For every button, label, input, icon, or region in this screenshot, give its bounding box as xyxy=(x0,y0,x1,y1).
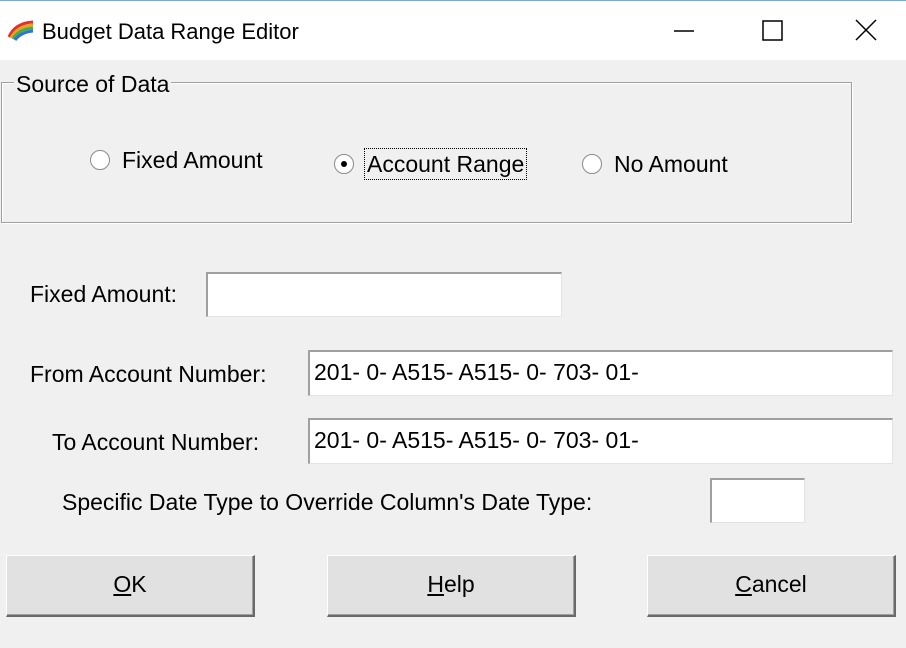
from-account-number-input[interactable]: 201- 0- A515- A515- 0- 703- 01- xyxy=(308,350,893,396)
ok-button[interactable]: OK xyxy=(6,555,255,617)
title-bar[interactable]: Budget Data Range Editor xyxy=(0,0,906,60)
help-mnemonic: H xyxy=(427,571,444,597)
source-of-data-legend: Source of Data xyxy=(14,70,172,98)
maximize-icon xyxy=(762,20,783,41)
app-rainbow-icon xyxy=(7,20,34,41)
ok-mnemonic: O xyxy=(113,571,132,597)
window-title: Budget Data Range Editor xyxy=(42,19,299,44)
minimize-icon xyxy=(674,30,694,32)
help-label-rest: elp xyxy=(443,571,475,597)
radio-no-amount[interactable]: No Amount xyxy=(582,150,728,178)
cancel-mnemonic: C xyxy=(735,571,752,597)
budget-data-range-editor-window: Budget Data Range Editor Source of Data … xyxy=(0,0,906,648)
minimize-button[interactable] xyxy=(638,1,730,61)
radio-fixed-amount-label: Fixed Amount xyxy=(122,147,263,173)
radio-fixed-amount[interactable]: Fixed Amount xyxy=(90,146,263,174)
close-icon xyxy=(855,19,877,41)
cancel-label-rest: ancel xyxy=(751,571,807,597)
radio-account-range[interactable]: Account Range xyxy=(334,148,528,180)
date-type-override-input[interactable] xyxy=(710,478,805,523)
to-account-number-label: To Account Number: xyxy=(52,429,260,455)
radio-no-amount-circle[interactable] xyxy=(582,154,602,174)
fixed-amount-label: Fixed Amount: xyxy=(30,281,178,307)
radio-fixed-amount-circle[interactable] xyxy=(90,150,110,170)
fixed-amount-input[interactable] xyxy=(206,272,562,317)
maximize-button[interactable] xyxy=(726,1,818,61)
date-type-override-label: Specific Date Type to Override Column's … xyxy=(62,489,593,515)
help-button[interactable]: Help xyxy=(327,555,576,617)
close-button[interactable] xyxy=(820,1,906,61)
radio-account-range-circle[interactable] xyxy=(334,154,354,174)
cancel-button[interactable]: Cancel xyxy=(647,555,896,617)
ok-label-rest: K xyxy=(131,571,147,597)
radio-no-amount-label: No Amount xyxy=(614,151,728,177)
from-account-number-label: From Account Number: xyxy=(30,361,267,387)
to-account-number-input[interactable]: 201- 0- A515- A515- 0- 703- 01- xyxy=(308,418,893,464)
radio-account-range-label: Account Range xyxy=(363,148,528,180)
